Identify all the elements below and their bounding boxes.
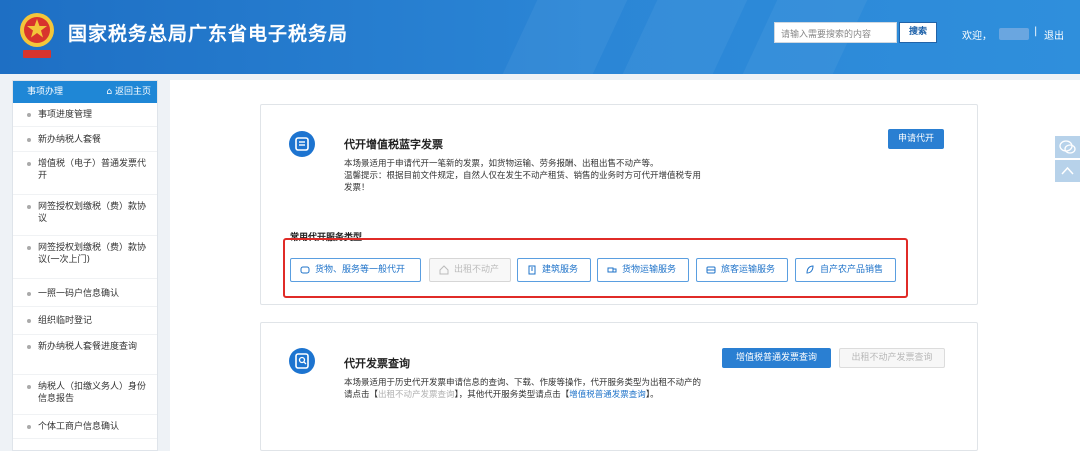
bullet-icon: [27, 205, 31, 209]
bullet-icon: [27, 246, 31, 250]
bullet-icon: [27, 319, 31, 323]
sidebar-item-tax-agreement-onsite[interactable]: 网签授权划缴税（费）款协议(一次上门): [13, 236, 157, 279]
top-header: 国家税务总局广东省电子税务局 请输入需要搜索的内容 搜索 欢迎， | 退出: [0, 0, 1080, 74]
bullet-icon: [27, 345, 31, 349]
site-title: 国家税务总局广东省电子税务局: [68, 23, 349, 45]
sidebar-item-identity-report[interactable]: 纳税人（扣缴义务人）身份信息报告: [13, 375, 157, 415]
bullet-icon: [27, 425, 31, 429]
header-decoration: [622, 0, 748, 74]
card-title-query: 代开发票查询: [344, 357, 410, 370]
sidebar-item-progress[interactable]: 事项进度管理: [13, 103, 157, 127]
home-icon: ⌂: [106, 87, 115, 97]
apply-issue-button[interactable]: 申请代开: [888, 129, 944, 149]
back-to-top-button[interactable]: [1055, 160, 1080, 182]
rent-invoice-query-button: 出租不动产发票查询: [839, 348, 945, 368]
sidebar-item-license-confirm[interactable]: 一照一码户信息确认: [13, 279, 157, 307]
sidebar: 事项办理 ⌂ 返回主页 事项进度管理 新办纳税人套餐 增值税（电子）普通发票代开…: [12, 80, 158, 451]
sidebar-item-package-progress[interactable]: 新办纳税人套餐进度查询: [13, 335, 157, 375]
welcome-text: 欢迎，: [962, 31, 992, 42]
search-button[interactable]: 搜索: [899, 22, 937, 43]
username-redacted: [999, 28, 1029, 40]
card-title-issue: 代开增值税蓝字发票: [344, 138, 443, 151]
card-desc-query: 本场景适用于历史代开发票申请信息的查询、下载、作废等操作，代开服务类型为出租不动…: [344, 378, 702, 400]
bullet-icon: [27, 113, 31, 117]
search-doc-icon: [289, 348, 315, 374]
header-separator: |: [1034, 26, 1038, 37]
logout-link[interactable]: 退出: [1044, 27, 1064, 42]
chevron-up-icon: [1061, 166, 1074, 175]
bullet-icon: [27, 292, 31, 296]
card-desc-issue: 本场景适用于申请代开一笔新的发票，如货物运输、劳务报酬、出租出售不动产等。 温馨…: [344, 159, 702, 193]
invoice-icon: [289, 131, 315, 157]
sidebar-title: 事项办理: [27, 87, 64, 97]
sidebar-item-vat-invoice[interactable]: 增值税（电子）普通发票代开: [13, 152, 157, 195]
bullet-icon: [27, 138, 31, 142]
back-home-link[interactable]: ⌂ 返回主页: [106, 81, 151, 103]
chat-icon: [1059, 140, 1076, 154]
search-input[interactable]: 请输入需要搜索的内容: [774, 22, 897, 43]
sidebar-item-business-confirm[interactable]: 个体工商户信息确认: [13, 415, 157, 439]
bullet-icon: [27, 162, 31, 166]
highlight-box: [283, 238, 908, 298]
bullet-icon: [27, 385, 31, 389]
header-decoration: [502, 0, 628, 74]
vat-query-link[interactable]: 增值税普通发票查询: [569, 390, 646, 400]
sidebar-item-new-taxpayer[interactable]: 新办纳税人套餐: [13, 127, 157, 152]
sidebar-item-temp-registration[interactable]: 组织临时登记: [13, 307, 157, 335]
tax-emblem-icon: [20, 13, 54, 58]
customer-service-button[interactable]: [1055, 136, 1080, 158]
sidebar-header: 事项办理 ⌂ 返回主页: [13, 81, 157, 103]
vat-invoice-query-button[interactable]: 增值税普通发票查询: [722, 348, 831, 368]
sidebar-item-tax-agreement[interactable]: 网签授权划缴税（费）款协议: [13, 195, 157, 236]
rent-query-link: 出租不动产发票查询: [378, 390, 455, 400]
